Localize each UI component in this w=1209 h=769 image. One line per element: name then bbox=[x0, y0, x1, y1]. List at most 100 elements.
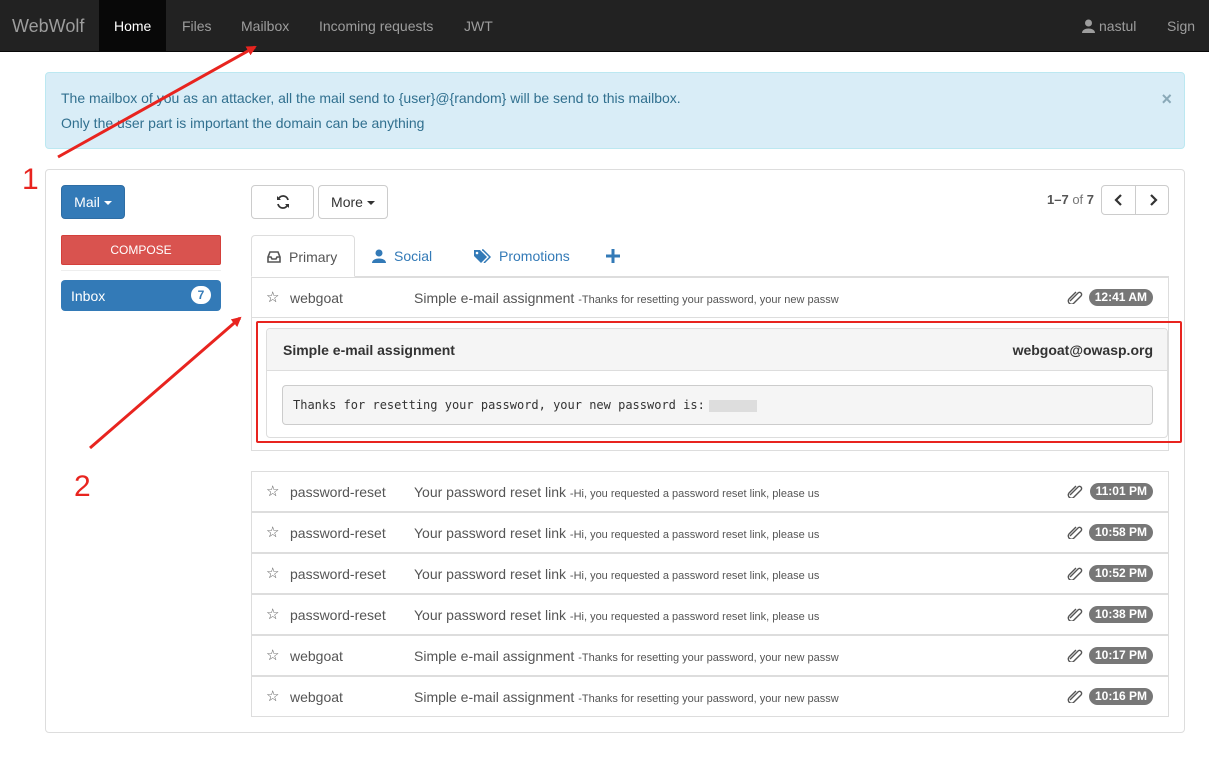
annotation-highlight-box bbox=[256, 321, 1182, 443]
mail-subject-text: Simple e-mail assignment bbox=[414, 689, 575, 705]
mail-subject-text: Your password reset link bbox=[414, 566, 567, 582]
more-dropdown-button[interactable]: More bbox=[318, 185, 388, 219]
sidebar-item-inbox[interactable]: Inbox 7 bbox=[61, 280, 221, 311]
paperclip-icon bbox=[1067, 690, 1083, 703]
user-icon bbox=[372, 249, 386, 264]
star-icon[interactable]: ☆ bbox=[266, 564, 279, 582]
tab-label: Promotions bbox=[499, 248, 570, 264]
mail-subject: Your password reset link -Hi, you reques… bbox=[414, 566, 819, 582]
mail-row[interactable]: ☆ password-reset Your password reset lin… bbox=[251, 512, 1169, 553]
sidebar-divider bbox=[61, 270, 221, 271]
close-icon[interactable]: × bbox=[1161, 89, 1172, 110]
mail-subject-text: Your password reset link bbox=[414, 525, 567, 541]
star-icon[interactable]: ☆ bbox=[266, 605, 279, 623]
mail-time-badge: 10:38 PM bbox=[1088, 606, 1153, 623]
paperclip-icon bbox=[1067, 649, 1083, 662]
mail-sender: password-reset bbox=[290, 525, 386, 541]
caret-down-icon bbox=[366, 201, 375, 206]
mail-preview: -Hi, you requested a password reset link… bbox=[569, 488, 820, 500]
star-icon[interactable]: ☆ bbox=[266, 288, 279, 306]
paperclip-icon bbox=[1067, 291, 1083, 304]
mail-subject: Your password reset link -Hi, you reques… bbox=[414, 607, 819, 623]
mail-time-badge: 10:16 PM bbox=[1088, 688, 1153, 705]
tab-label: Primary bbox=[289, 249, 338, 265]
nav-jwt[interactable]: JWT bbox=[449, 0, 508, 52]
mail-preview: -Hi, you requested a password reset link… bbox=[569, 611, 820, 623]
mail-row[interactable]: ☆ password-reset Your password reset lin… bbox=[251, 471, 1169, 512]
info-alert: The mailbox of you as an attacker, all t… bbox=[45, 72, 1185, 149]
mail-sender: password-reset bbox=[290, 566, 386, 582]
nav-user[interactable]: nastul bbox=[1082, 0, 1136, 52]
paperclip-icon bbox=[1067, 526, 1083, 539]
star-icon[interactable]: ☆ bbox=[266, 646, 279, 664]
inbox-label: Inbox bbox=[71, 288, 106, 304]
pager-info: 1–7 of 7 bbox=[1047, 192, 1094, 207]
mail-time-badge: 10:52 PM bbox=[1088, 565, 1153, 582]
inbox-count-badge: 7 bbox=[191, 286, 211, 304]
mail-preview: -Thanks for resetting your password, you… bbox=[578, 693, 839, 705]
tab-social[interactable]: Social bbox=[357, 235, 447, 277]
chevron-left-icon bbox=[1114, 194, 1122, 206]
star-icon[interactable]: ☆ bbox=[266, 523, 279, 541]
tab-label: Social bbox=[394, 248, 433, 264]
mail-sender: webgoat bbox=[290, 290, 343, 306]
brand-logo[interactable]: WebWolf bbox=[12, 0, 84, 52]
user-icon bbox=[1082, 19, 1095, 33]
star-icon[interactable]: ☆ bbox=[266, 687, 279, 705]
mail-row[interactable]: ☆ password-reset Your password reset lin… bbox=[251, 553, 1169, 594]
nav-sign-out[interactable]: Sign ou bbox=[1167, 0, 1209, 86]
pager-range: 1–7 bbox=[1047, 192, 1069, 207]
nav-home[interactable]: Home bbox=[99, 0, 167, 52]
mail-row[interactable]: ☆ webgoat Simple e-mail assignment -Than… bbox=[251, 635, 1169, 676]
mail-subject-text: Your password reset link bbox=[414, 607, 567, 623]
nav-incoming-requests[interactable]: Incoming requests bbox=[304, 0, 448, 52]
mail-time-badge: 11:01 PM bbox=[1089, 483, 1153, 500]
mail-preview: -Hi, you requested a password reset link… bbox=[569, 570, 820, 582]
mail-time-badge: 12:41 AM bbox=[1088, 289, 1153, 306]
tab-promotions[interactable]: Promotions bbox=[458, 235, 585, 277]
chevron-right-icon bbox=[1150, 194, 1158, 206]
refresh-icon bbox=[277, 195, 289, 209]
mail-preview: -Thanks for resetting your password, you… bbox=[578, 652, 839, 664]
next-page-button[interactable] bbox=[1135, 185, 1169, 215]
mail-subject-text: Your password reset link bbox=[414, 484, 567, 500]
mail-row[interactable]: ☆ webgoat Simple e-mail assignment -Than… bbox=[251, 676, 1169, 717]
mail-dropdown-button[interactable]: Mail bbox=[61, 185, 125, 219]
add-tab-button[interactable] bbox=[591, 235, 643, 277]
inbox-tray-icon bbox=[267, 251, 281, 264]
caret-down-icon bbox=[103, 201, 112, 206]
more-button-label: More bbox=[331, 194, 363, 210]
user-name: nastul bbox=[1099, 18, 1137, 34]
annotation-number-1: 1 bbox=[22, 163, 39, 196]
alert-line-1: The mailbox of you as an attacker, all t… bbox=[61, 90, 681, 106]
mail-sender: webgoat bbox=[290, 648, 343, 664]
mail-time-badge: 10:17 PM bbox=[1088, 647, 1153, 664]
prev-page-button[interactable] bbox=[1101, 185, 1136, 215]
mail-sender: webgoat bbox=[290, 689, 343, 705]
mail-subject: Simple e-mail assignment -Thanks for res… bbox=[414, 689, 839, 705]
alert-line-2: Only the user part is important the doma… bbox=[61, 115, 425, 131]
mail-subject: Simple e-mail assignment -Thanks for res… bbox=[414, 648, 839, 664]
mail-button-label: Mail bbox=[74, 194, 100, 210]
mail-time-badge: 10:58 PM bbox=[1088, 524, 1153, 541]
nav-files[interactable]: Files bbox=[167, 0, 227, 52]
mail-subject-text: Simple e-mail assignment bbox=[414, 648, 575, 664]
star-icon[interactable]: ☆ bbox=[266, 482, 279, 500]
refresh-button[interactable] bbox=[251, 185, 314, 219]
mail-row[interactable]: ☆ password-reset Your password reset lin… bbox=[251, 594, 1169, 635]
compose-button[interactable]: COMPOSE bbox=[61, 235, 221, 265]
plus-icon bbox=[606, 249, 620, 264]
mail-subject: Simple e-mail assignment -Thanks for res… bbox=[414, 290, 839, 306]
mail-subject: Your password reset link -Hi, you reques… bbox=[414, 484, 819, 500]
mail-row[interactable]: ☆ webgoat Simple e-mail assignment -Than… bbox=[251, 277, 1169, 318]
paperclip-icon bbox=[1067, 485, 1083, 498]
tags-icon bbox=[474, 249, 492, 264]
mail-sender: password-reset bbox=[290, 607, 386, 623]
mail-subject-text: Simple e-mail assignment bbox=[414, 290, 575, 306]
mail-preview: -Hi, you requested a password reset link… bbox=[569, 529, 820, 541]
mail-preview: -Thanks for resetting your password, you… bbox=[578, 294, 839, 306]
pager-total: 7 bbox=[1086, 192, 1095, 207]
nav-mailbox[interactable]: Mailbox bbox=[226, 0, 304, 52]
navbar: WebWolf Home Files Mailbox Incoming requ… bbox=[0, 0, 1209, 86]
tab-primary[interactable]: Primary bbox=[251, 235, 355, 277]
